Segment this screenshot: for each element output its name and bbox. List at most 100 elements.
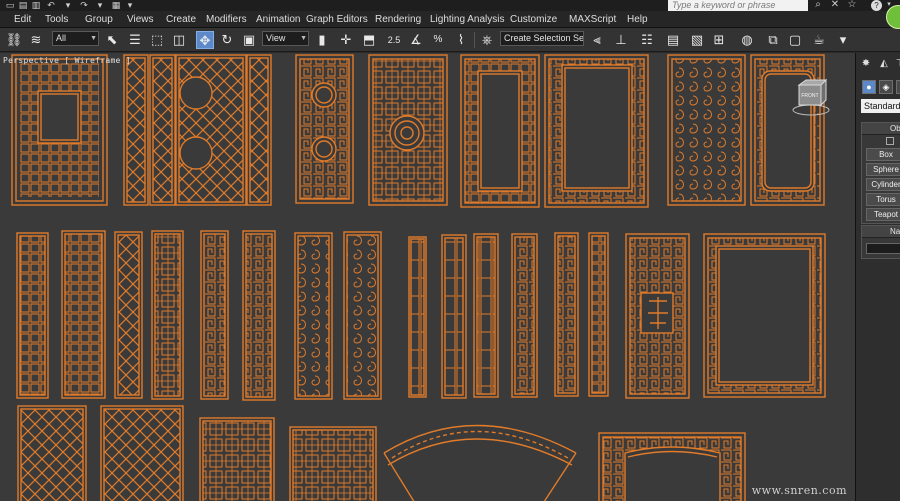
select-by-name-icon[interactable]: ☰ [126, 31, 144, 49]
lattice-panel-17 [408, 236, 427, 398]
menu-customize[interactable]: Customize [510, 11, 557, 28]
select-and-rotate-icon[interactable]: ↻ [218, 31, 236, 49]
file-save-icon[interactable]: ▥ [30, 0, 42, 11]
viewport-label[interactable]: Perspective [ Wireframe ] [3, 56, 131, 65]
mirror-icon[interactable]: ⫷ [588, 31, 606, 49]
edit-named-selection-icon[interactable]: ⎈ [478, 31, 496, 49]
viewcube-face-label: FRONT [801, 93, 818, 99]
redo-icon[interactable]: ↷ [78, 0, 90, 11]
menu-lighting-analysis[interactable]: Lighting Analysis [430, 11, 505, 28]
lattice-panel-22 [588, 232, 609, 397]
object-category-dropdown[interactable]: Standard Pr [861, 99, 900, 113]
menu-help[interactable]: Help [627, 11, 648, 28]
name-color-rollout: Na [861, 225, 900, 259]
unlink-icon[interactable]: ≋ [27, 31, 45, 49]
menu-create[interactable]: Create [166, 11, 196, 28]
lights-icon[interactable]: ✶ [896, 80, 900, 94]
rectangle-selection-icon[interactable]: ⬚ [148, 31, 166, 49]
toolbar-divider [474, 32, 475, 48]
search-input[interactable]: Type a keyword or phrase [668, 0, 808, 11]
material-editor-icon[interactable]: ◍ [738, 31, 756, 49]
star-icon[interactable]: ☆ [846, 0, 858, 11]
select-object-icon[interactable]: ⬉ [103, 31, 121, 49]
angle-snap-icon[interactable]: ∡ [407, 31, 425, 49]
menu-rendering[interactable]: Rendering [375, 11, 421, 28]
shapes-icon[interactable]: ◈ [879, 80, 893, 94]
menu-edit[interactable]: Edit [14, 11, 31, 28]
perspective-viewport[interactable]: Perspective [ Wireframe ] FRONT www.snre… [0, 53, 855, 501]
lattice-panel-1 [11, 54, 108, 206]
hierarchy-icon[interactable]: ⊤ [893, 57, 900, 71]
file-new-icon[interactable]: ▭ [4, 0, 16, 11]
undo-dropdown-icon[interactable]: ▾ [62, 0, 74, 11]
menu-maxscript[interactable]: MAXScript [569, 11, 616, 28]
torus-button[interactable]: Torus [866, 193, 900, 206]
communication-icon[interactable]: ✕ [829, 0, 841, 11]
lattice-panel-19 [473, 233, 499, 398]
modify-icon[interactable]: ◭ [877, 57, 891, 71]
command-panel: ✸ ◭ ⊤ ● ◈ ✶ Standard Pr Ob Box Sphere Cy… [855, 53, 900, 501]
lattice-panel-28 [289, 426, 377, 501]
schematic-view-icon[interactable]: ⊞ [710, 31, 728, 49]
reference-coordinate-dropdown[interactable]: View ▼ [262, 31, 309, 46]
undo-icon[interactable]: ↶ [45, 0, 57, 11]
select-and-scale-icon[interactable]: ▣ [240, 31, 258, 49]
menu-animation[interactable]: Animation [256, 11, 300, 28]
layer-manager-icon[interactable]: ☷ [638, 31, 656, 49]
lattice-panel-13 [200, 230, 229, 400]
lattice-panel-5 [460, 54, 540, 208]
menu-views[interactable]: Views [127, 11, 154, 28]
title-bar: ▭ ▤ ▥ ↶ ▾ ↷ ▾ ▦ ▾ Type a keyword or phra… [0, 0, 900, 11]
pivot-center-icon[interactable]: ▮ [313, 31, 331, 49]
rollout-header[interactable]: Ob [862, 123, 900, 135]
lattice-arch-panel [383, 424, 577, 501]
snap-toggle-icon[interactable]: 2.5 [385, 31, 403, 49]
align-icon[interactable]: ⊥ [612, 31, 630, 49]
lattice-panel-23 [625, 233, 690, 399]
select-and-link-icon[interactable]: ⛓ [5, 31, 23, 49]
menu-bar: Edit Tools Group Views Create Modifiers … [0, 11, 900, 28]
watermark: www.snren.com [751, 484, 847, 497]
named-selection-sets-dropdown[interactable]: Create Selection Se [500, 31, 584, 46]
file-open-icon[interactable]: ▤ [17, 0, 29, 11]
graphite-tools-icon[interactable]: ▤ [664, 31, 682, 49]
keyboard-shortcut-icon[interactable]: ⬒ [360, 31, 378, 49]
sphere-button[interactable]: Sphere [866, 163, 900, 176]
project-folder-icon[interactable]: ▦ [110, 0, 122, 11]
quick-access-dropdown-icon[interactable]: ▾ [124, 0, 136, 11]
lattice-panel-6 [544, 54, 649, 208]
select-and-move-icon[interactable]: ✥ [196, 31, 214, 49]
percent-snap-icon[interactable]: % [429, 31, 447, 49]
help-icon[interactable]: ? [871, 0, 882, 11]
menu-modifiers[interactable]: Modifiers [206, 11, 247, 28]
geometry-icon[interactable]: ● [862, 80, 876, 94]
viewcube[interactable]: FRONT [790, 78, 832, 118]
box-button[interactable]: Box [866, 148, 900, 161]
lattice-panel-18 [441, 234, 467, 399]
spinner-snap-icon[interactable]: ⌇ [452, 31, 470, 49]
render-production-icon[interactable]: ☕ [810, 31, 828, 49]
menu-graph-editors[interactable]: Graph Editors [306, 11, 368, 28]
curve-editor-icon[interactable]: ▧ [688, 31, 706, 49]
menu-tools[interactable]: Tools [45, 11, 68, 28]
rendered-frame-icon[interactable]: ▢ [786, 31, 804, 49]
cylinder-button[interactable]: Cylinder [866, 178, 900, 191]
lattice-panel-12 [151, 230, 184, 400]
window-crossing-icon[interactable]: ◫ [170, 31, 188, 49]
binoculars-icon[interactable]: ⌕ [812, 0, 824, 11]
selection-filter-dropdown[interactable]: All ▼ [52, 31, 99, 46]
lattice-panel-20 [511, 233, 538, 398]
render-dropdown-icon[interactable]: ▾ [834, 31, 852, 49]
teapot-button[interactable]: Teapot [866, 208, 900, 221]
main-toolbar: ⛓ ≋ All ▼ ⬉ ☰ ⬚ ◫ ✥ ↻ ▣ View ▼ ▮ ✛ ⬒ 2.5 ∡… [0, 28, 900, 52]
menu-group[interactable]: Group [85, 11, 113, 28]
lattice-panel-16 [343, 231, 382, 400]
render-setup-icon[interactable]: ⧉ [764, 31, 782, 49]
create-icon[interactable]: ✸ [859, 57, 873, 71]
redo-dropdown-icon[interactable]: ▾ [94, 0, 106, 11]
object-name-field[interactable] [866, 243, 900, 254]
lattice-panel-24 [703, 233, 826, 398]
select-manipulate-icon[interactable]: ✛ [337, 31, 355, 49]
rollout-header[interactable]: Na [862, 226, 900, 238]
autogrid-checkbox[interactable] [886, 137, 894, 145]
